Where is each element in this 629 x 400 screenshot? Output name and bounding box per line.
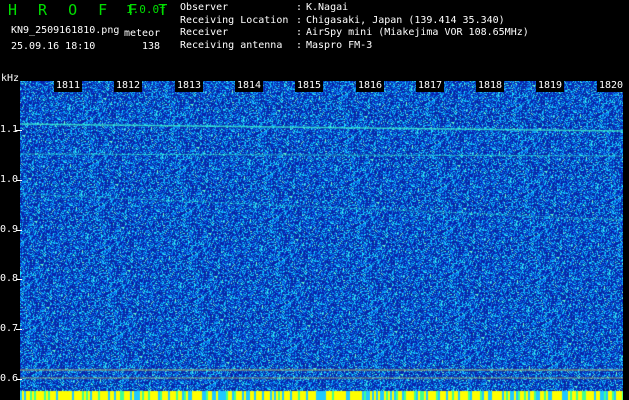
info-key: Receiving antenna bbox=[180, 39, 283, 51]
header-panel: H R O F F T 1.0.0f KN9_2509161810.png me… bbox=[0, 0, 629, 84]
info-row-location: Receiving Location: Chigasaki, Japan (139… bbox=[180, 15, 529, 28]
time-label: 1818 bbox=[476, 79, 505, 92]
time-label: 1814 bbox=[235, 79, 264, 92]
info-separator: : bbox=[296, 27, 303, 38]
freq-tick bbox=[16, 329, 22, 330]
freq-tick bbox=[16, 379, 22, 380]
info-value: Chigasaki, Japan (139.414 35.340) bbox=[306, 14, 505, 26]
app-version: 1.0.0f bbox=[126, 3, 166, 16]
info-row-antenna: Receiving antenna: Maspro FM-3 bbox=[180, 40, 529, 53]
spectrogram-canvas bbox=[20, 81, 623, 400]
file-name: KN9_2509161810.png bbox=[11, 25, 120, 36]
time-label: 1816 bbox=[356, 79, 385, 92]
info-value: AirSpy mini (Miakejima VOR 108.65MHz) bbox=[306, 27, 529, 38]
station-info: Observer: K.Nagai Receiving Location: Chig… bbox=[180, 2, 529, 52]
info-value: K.Nagai bbox=[306, 2, 349, 13]
meteor-label: meteor bbox=[124, 28, 161, 39]
info-key: Observer bbox=[180, 2, 229, 13]
freq-tick bbox=[16, 180, 22, 181]
info-separator: : bbox=[296, 39, 303, 51]
frequency-unit-label: kHz bbox=[1, 73, 20, 84]
freq-tick bbox=[16, 279, 22, 280]
freq-tick bbox=[16, 130, 22, 131]
time-label: 1815 bbox=[295, 79, 324, 92]
info-key: Receiver bbox=[180, 27, 229, 38]
time-label: 1819 bbox=[536, 79, 565, 92]
time-label: 1812 bbox=[114, 79, 143, 92]
time-label: 1817 bbox=[416, 79, 445, 92]
time-label: 1813 bbox=[175, 79, 204, 92]
capture-datetime: 25.09.16 18:10 bbox=[11, 41, 96, 52]
time-label: 1811 bbox=[54, 79, 83, 92]
meteor-count: 138 bbox=[142, 41, 161, 52]
time-label: 1820 bbox=[597, 79, 626, 92]
info-row-observer: Observer: K.Nagai bbox=[180, 2, 529, 15]
freq-tick bbox=[16, 230, 22, 231]
info-key: Receiving Location bbox=[180, 14, 289, 26]
time-axis: 1811 1812 1813 1814 1815 1816 1817 1818 … bbox=[20, 79, 626, 93]
info-separator: : bbox=[296, 14, 303, 26]
info-value: Maspro FM-3 bbox=[306, 39, 373, 51]
info-separator: : bbox=[296, 2, 303, 13]
spectrogram bbox=[20, 81, 623, 400]
info-row-receiver: Receiver: AirSpy mini (Miakejima VOR 108.… bbox=[180, 27, 529, 40]
